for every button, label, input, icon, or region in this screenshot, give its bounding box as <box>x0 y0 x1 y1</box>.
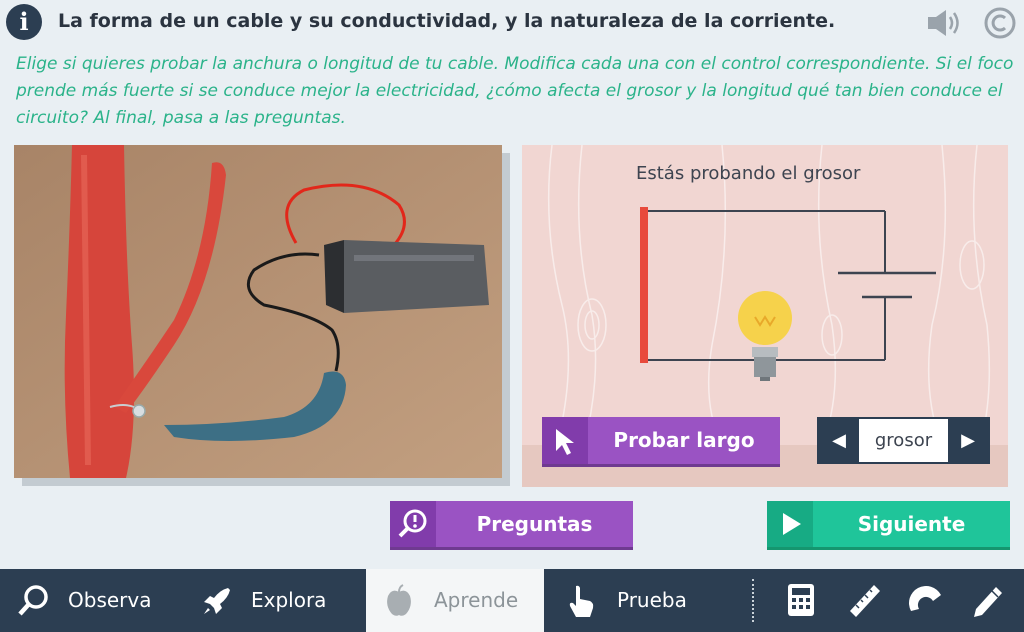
siguiente-label: Siguiente <box>857 512 966 536</box>
light-bulb-icon <box>738 291 792 381</box>
nav-aprende-label: Aprende <box>434 588 519 612</box>
magnifier-exclamation-icon <box>390 501 436 547</box>
experiment-photo <box>14 145 502 478</box>
nav-separator <box>752 579 754 622</box>
selector-prev-arrow-icon[interactable]: ◀ <box>819 419 859 462</box>
preguntas-label: Preguntas <box>476 512 593 536</box>
nav-prueba-label: Prueba <box>617 588 687 612</box>
page-title: La forma de un cable y su conductividad,… <box>58 10 836 32</box>
protractor-icon[interactable] <box>907 581 945 619</box>
bottom-navbar: Observa Explora Aprende Prueba <box>0 569 1024 632</box>
copyright-icon[interactable] <box>983 6 1017 40</box>
apple-icon <box>387 584 411 616</box>
preguntas-button[interactable]: Preguntas <box>390 501 633 547</box>
magnifier-icon <box>18 585 48 616</box>
nav-observa[interactable]: Observa <box>0 569 178 632</box>
nav-explora-label: Explora <box>251 588 327 612</box>
nav-aprende[interactable]: Aprende <box>366 569 544 632</box>
variable-selector: ◀ grosor ▶ <box>817 417 990 464</box>
header: i La forma de un cable y su conductivida… <box>0 0 1024 46</box>
probar-largo-button[interactable]: Probar largo <box>542 417 780 464</box>
cursor-arrow-icon <box>542 417 588 464</box>
hand-pointer-icon <box>569 585 594 617</box>
play-icon <box>767 501 813 547</box>
speaker-icon[interactable] <box>926 7 962 39</box>
info-icon[interactable]: i <box>6 4 42 40</box>
probar-largo-label: Probar largo <box>613 428 755 452</box>
circuit-diagram <box>640 207 936 381</box>
selector-value: grosor <box>874 430 933 451</box>
pencil-icon[interactable] <box>970 581 1008 619</box>
instructions-text: Elige si quieres probar la anchura o lon… <box>16 54 1014 128</box>
siguiente-button[interactable]: Siguiente <box>767 501 1010 547</box>
selector-next-arrow-icon[interactable]: ▶ <box>948 419 988 462</box>
cable-wire <box>640 207 648 363</box>
nav-explora[interactable]: Explora <box>180 569 360 632</box>
ruler-icon[interactable] <box>846 581 884 619</box>
rocket-icon <box>204 588 230 614</box>
calculator-icon[interactable] <box>782 581 820 619</box>
nav-observa-label: Observa <box>68 588 152 612</box>
nav-prueba[interactable]: Prueba <box>552 569 732 632</box>
